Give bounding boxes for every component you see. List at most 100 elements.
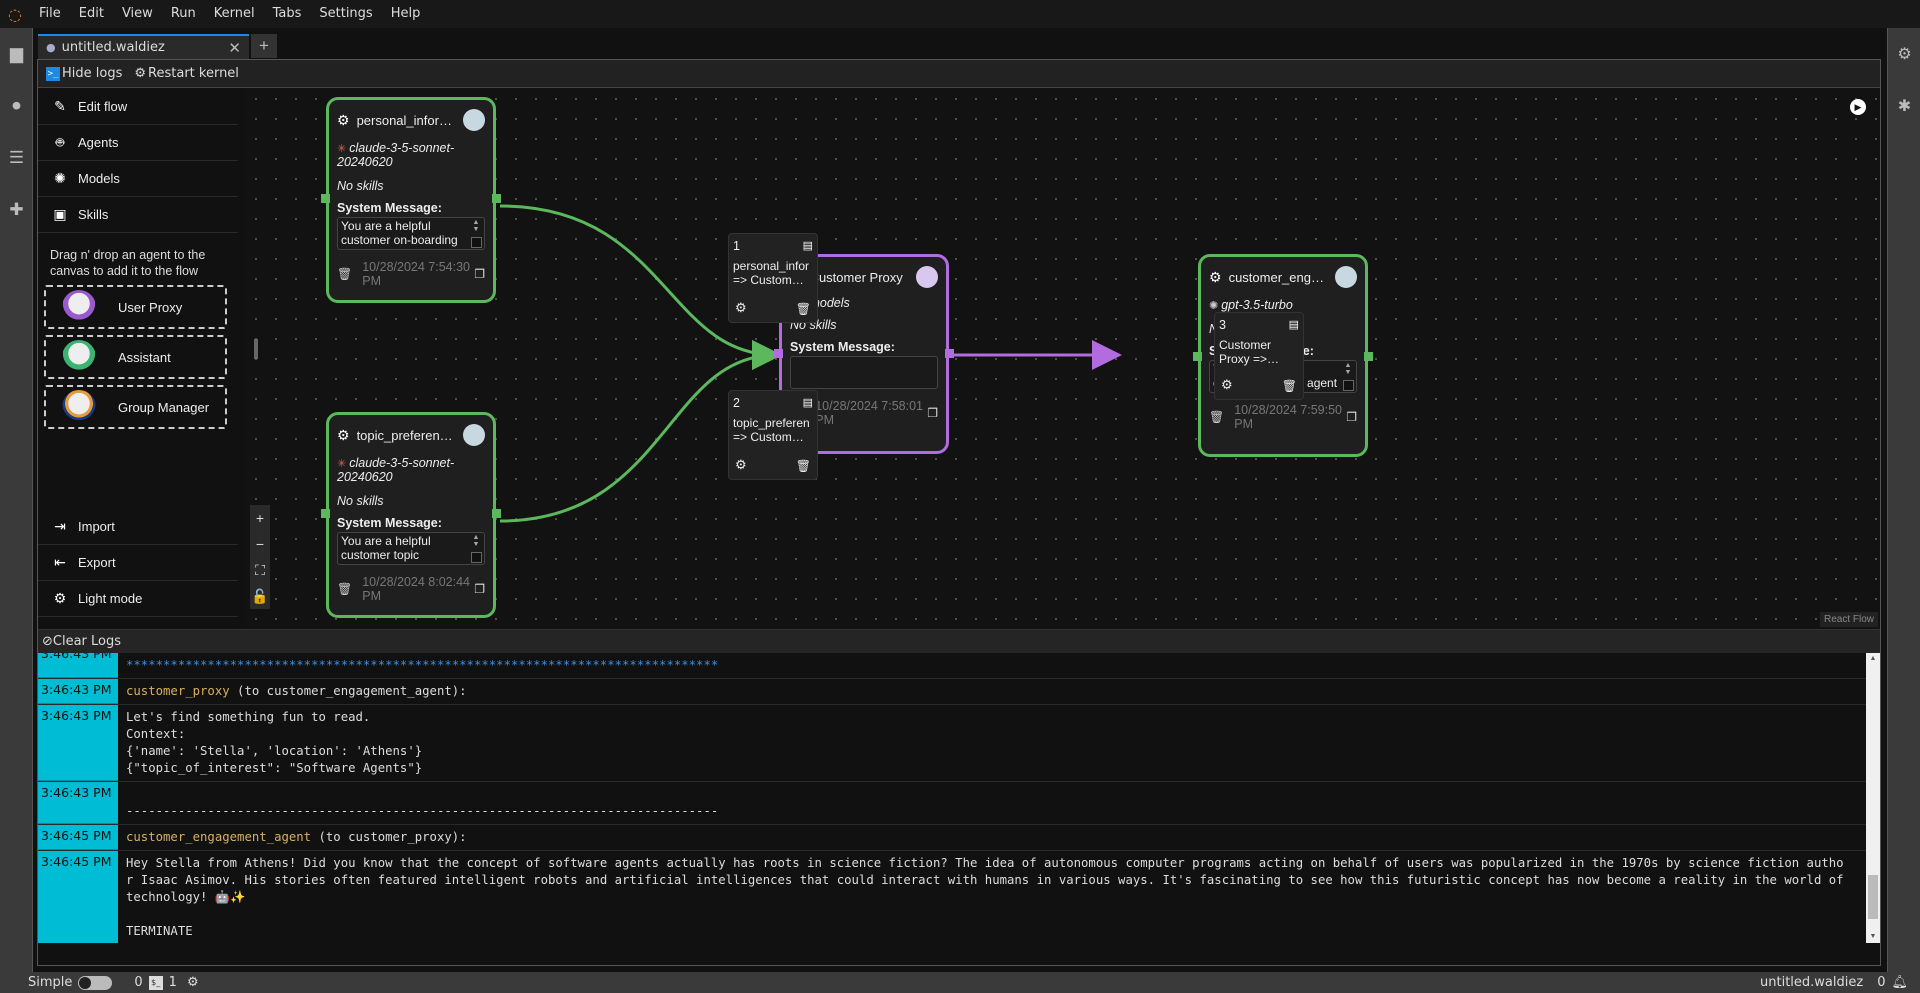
lock-button[interactable]: 🔓 — [250, 583, 270, 609]
sidebar-item-import[interactable]: ⇥ Import — [38, 509, 238, 545]
settings-gear-icon[interactable]: ⚙ — [1221, 377, 1233, 393]
property-inspector-gears-icon[interactable]: ⚙ — [1888, 28, 1920, 80]
delete-trash-icon[interactable]: 🗑︎ — [796, 459, 811, 473]
target-handle[interactable] — [321, 194, 330, 203]
delete-trash-icon[interactable]: 🗑︎ — [1209, 410, 1224, 424]
log-agent-name: customer_proxy — [126, 684, 230, 698]
flow-canvas[interactable]: ⚙ personal_infor… ✳ claude-3-5-sonnet-2024… — [246, 89, 1880, 629]
run-flow-play-button[interactable]: ▶ — [1850, 99, 1866, 115]
source-handle[interactable] — [1364, 352, 1373, 361]
target-handle[interactable] — [774, 349, 783, 358]
clear-logs-label: Clear Logs — [52, 634, 122, 649]
edge-order: 3 — [1219, 318, 1226, 332]
log-message: customer_proxy (to customer_engagement_a… — [118, 679, 1858, 704]
sidebar-item-models[interactable]: ✺ Models — [38, 161, 238, 197]
delete-trash-icon[interactable]: 🗑︎ — [337, 582, 352, 596]
edge-label-3[interactable]: 3 ▤ Customer Proxy =>… ⚙ 🗑︎ — [1214, 312, 1304, 400]
spinner-icon[interactable]: ▲ ▼ — [470, 219, 482, 233]
zoom-out-button[interactable]: − — [250, 531, 270, 557]
running-sessions-icon[interactable]: ⏺ — [0, 80, 33, 132]
target-handle[interactable] — [1193, 352, 1202, 361]
menu-file[interactable]: File — [30, 0, 70, 28]
logs-scrollbar[interactable]: ▲ ▼ — [1866, 653, 1880, 943]
menu-kernel[interactable]: Kernel — [205, 0, 264, 28]
copy-icon[interactable]: ❐ — [927, 406, 938, 420]
spinner-icon[interactable]: ▲ ▼ — [470, 534, 482, 548]
menu-edit[interactable]: Edit — [70, 0, 113, 28]
settings-gear-icon[interactable]: ⚙ — [337, 112, 350, 129]
delete-trash-icon[interactable]: 🗑︎ — [796, 302, 811, 316]
react-flow-attribution[interactable]: React Flow — [1819, 612, 1878, 627]
sidebar-item-agents[interactable]: 🤖︎ Agents — [38, 125, 238, 161]
assistant-avatar-icon — [1335, 266, 1357, 288]
sidebar-item-light-mode[interactable]: ⚙ Light mode — [38, 581, 238, 617]
draggable-agent-group-manager[interactable]: Group Manager — [44, 385, 227, 429]
source-handle[interactable] — [492, 509, 501, 518]
copy-icon[interactable]: ❐ — [474, 267, 485, 281]
settings-gear-icon[interactable]: ⚙ — [337, 427, 350, 444]
draggable-agent-assistant[interactable]: Assistant — [44, 335, 227, 379]
resize-grip-icon[interactable] — [471, 552, 482, 563]
system-message-textarea[interactable] — [790, 356, 938, 389]
tab-untitled-waldiez[interactable]: ● untitled.waldiez ✕ — [38, 34, 249, 59]
new-tab-button[interactable]: + — [251, 34, 277, 58]
folder-icon[interactable]: ▆ — [0, 28, 33, 80]
log-message: ****************************************… — [118, 653, 1858, 678]
sidebar-item-label: Models — [78, 171, 120, 186]
menu-settings[interactable]: Settings — [310, 0, 381, 28]
settings-gear-icon[interactable]: ⚙ — [1209, 269, 1222, 286]
system-message-textarea[interactable]: You are a helpful customer on-boarding a… — [337, 217, 485, 250]
log-timestamp: 3:46:43 PM — [38, 782, 118, 824]
bell-icon[interactable]: 🔔︎ — [1891, 975, 1908, 990]
close-tab-icon[interactable]: ✕ — [228, 39, 241, 57]
spinner-icon[interactable]: ▲ ▼ — [1342, 362, 1354, 376]
logs-panel[interactable]: 3:46:43 PM ******************************… — [38, 653, 1880, 943]
agent-node-topic-preference[interactable]: ⚙ topic_preferen… ✳ claude-3-5-sonnet-2024… — [321, 412, 501, 618]
fit-view-button[interactable]: ⛶ — [250, 557, 270, 583]
system-message-textarea[interactable]: You are a helpful customer topic prefere… — [337, 532, 485, 565]
edge-label-2[interactable]: 2 ▤ topic_preferen => Custom… ⚙ 🗑︎ — [728, 390, 818, 480]
sidebar-item-skills[interactable]: ▣ Skills — [38, 197, 238, 233]
node-model: gpt-3.5-turbo — [1221, 298, 1293, 312]
log-message: Hey Stella from Athens! Did you know tha… — [118, 851, 1858, 943]
simple-mode-toggle[interactable] — [78, 975, 113, 990]
node-name: Customer Proxy — [809, 269, 903, 285]
menu-help[interactable]: Help — [382, 0, 430, 28]
settings-gear-icon[interactable]: ⚙ — [735, 457, 747, 473]
clear-logs-button[interactable]: ⊘Clear Logs — [42, 634, 121, 649]
zoom-in-button[interactable]: + — [250, 505, 270, 531]
copy-icon[interactable]: ❐ — [474, 582, 485, 596]
settings-gear-icon[interactable]: ⚙ — [735, 300, 747, 316]
source-handle[interactable] — [492, 194, 501, 203]
table-of-contents-icon[interactable]: ☰ — [0, 132, 33, 184]
log-message: ----------------------------------------… — [118, 782, 1858, 824]
resize-grip-icon[interactable] — [1343, 380, 1354, 391]
delete-trash-icon[interactable]: 🗑︎ — [1282, 379, 1297, 393]
agent-node-personal-info[interactable]: ⚙ personal_infor… ✳ claude-3-5-sonnet-2024… — [321, 97, 501, 303]
target-handle[interactable] — [321, 509, 330, 518]
sidebar-item-edit-flow[interactable]: ✎ Edit flow — [38, 89, 238, 125]
source-handle[interactable] — [945, 349, 954, 358]
extensions-puzzle-icon[interactable]: ✚ — [0, 184, 33, 236]
menu-tabs[interactable]: Tabs — [264, 0, 311, 28]
resize-handle[interactable] — [254, 339, 258, 359]
resize-grip-icon[interactable] — [924, 376, 935, 387]
sun-gear-icon: ⚙ — [53, 590, 67, 606]
draggable-agent-user-proxy[interactable]: User Proxy — [44, 285, 227, 329]
scroll-down-icon[interactable]: ▼ — [1866, 931, 1880, 943]
copy-icon[interactable]: ❐ — [1346, 410, 1357, 424]
restart-kernel-button[interactable]: ⚙ Restart kernel — [134, 66, 239, 81]
scroll-up-icon[interactable]: ▲ — [1866, 653, 1880, 665]
scroll-thumb[interactable] — [1868, 875, 1878, 919]
debugger-bug-icon[interactable]: ✱ — [1888, 80, 1920, 132]
delete-trash-icon[interactable]: 🗑︎ — [337, 267, 352, 281]
right-activity-bar: ⚙ ✱ — [1887, 28, 1920, 972]
edge-label-1[interactable]: 1 ▤ personal_infor => Custom… ⚙ 🗑︎ — [728, 233, 818, 323]
log-recipient: (to customer_engagement_agent): — [237, 684, 467, 698]
hide-logs-button[interactable]: >_ Hide logs — [46, 66, 122, 81]
menu-run[interactable]: Run — [162, 0, 205, 28]
sidebar-item-export[interactable]: ⇤ Export — [38, 545, 238, 581]
message-icon: ▤ — [802, 240, 813, 252]
menu-view[interactable]: View — [113, 0, 162, 28]
resize-grip-icon[interactable] — [471, 237, 482, 248]
